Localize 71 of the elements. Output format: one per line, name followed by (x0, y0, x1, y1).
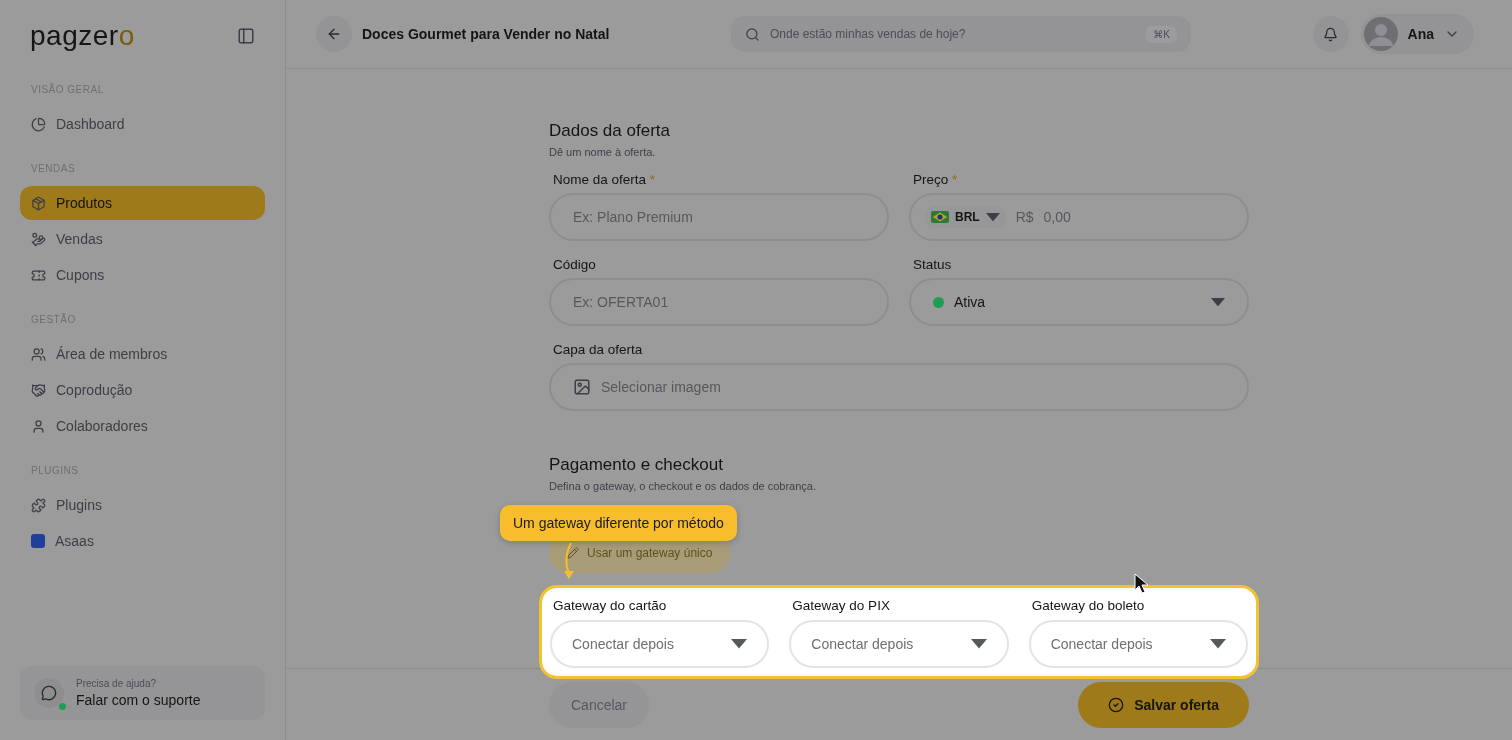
chat-icon (34, 678, 64, 708)
sidebar-toggle-icon[interactable] (237, 27, 255, 45)
support-label: Falar com o suporte (76, 692, 201, 708)
check-icon (1108, 696, 1125, 713)
save-button[interactable]: Salvar oferta (1078, 681, 1249, 728)
sidebar-item[interactable]: Plugins (20, 488, 265, 522)
flag-icon (931, 211, 949, 223)
puzzle-icon (31, 497, 46, 513)
section-heading: Dados da oferta (549, 121, 671, 141)
logo: pagzero (30, 20, 135, 52)
pointer-arrow (561, 542, 577, 580)
support-card[interactable]: Precisa de ajuda? Falar com o suporte (20, 666, 265, 720)
field-label: Código (552, 257, 597, 272)
status-select[interactable]: Ativa (909, 278, 1249, 326)
back-arrow-icon (326, 26, 342, 42)
shortcut-hint: ⌘K (1146, 25, 1177, 43)
back-button[interactable] (316, 16, 352, 52)
avatar-icon (1363, 17, 1398, 51)
sidebar-item[interactable]: Dashboard (20, 107, 265, 141)
caret-icon (1211, 297, 1225, 307)
section-heading: Pagamento e checkout (549, 455, 724, 475)
currency-select[interactable]: BRL (925, 206, 1006, 228)
image-icon (573, 378, 591, 396)
sidebar-item[interactable]: Asaas (20, 524, 265, 558)
chart-icon (31, 116, 46, 132)
ticket-icon (31, 267, 46, 283)
box-icon (31, 195, 46, 211)
sidebar-item[interactable]: Colaboradores (20, 409, 265, 443)
notification-button[interactable] (1312, 16, 1349, 52)
bell-icon (1323, 26, 1339, 42)
sidebar-item[interactable]: Vendas (20, 222, 265, 256)
caret-icon (731, 639, 748, 649)
caret-icon (970, 639, 987, 649)
price-field[interactable]: BRL R$ 0,00 (909, 193, 1249, 241)
field-label: Gateway do boleto (1030, 598, 1145, 613)
input-field[interactable]: Ex: Plano Premium (549, 193, 889, 241)
section-subtitle: Dê um nome à oferta. (549, 146, 657, 158)
currency-symbol: R$ (1015, 209, 1034, 225)
gateway-select[interactable]: Conectar depois (550, 620, 770, 668)
user-icon (31, 418, 46, 434)
handshake-icon (31, 382, 46, 398)
support-caption: Precisa de ajuda? (76, 678, 158, 689)
sidebar-item[interactable]: Cupons (20, 258, 265, 292)
field-label: Capa da oferta (552, 342, 644, 357)
caret-icon (985, 212, 1000, 222)
search-field[interactable]: Onde estão minhas vendas de hoje? ⌘K (730, 16, 1191, 52)
gateway-select[interactable]: Conectar depois (1028, 620, 1248, 668)
image-picker[interactable]: Selecionar imagem (549, 363, 1249, 411)
cancel-button[interactable]: Cancelar (549, 681, 650, 728)
sidebar-item[interactable]: Área de membros (20, 337, 265, 371)
tour-tooltip: Um gateway diferente por método (500, 505, 737, 541)
field-label: Gateway do cartão (552, 598, 667, 613)
app-logo-icon (31, 534, 45, 548)
users-icon (31, 346, 46, 362)
caret-icon (1210, 639, 1226, 649)
field-label: Nome da oferta * (552, 172, 657, 187)
user-menu[interactable]: Ana (1360, 14, 1474, 54)
section-subtitle: Defina o gateway, o checkout e os dados de cobrança. (549, 480, 818, 492)
required-mark: * (952, 172, 958, 187)
field-label: Preço * (912, 172, 959, 187)
pencil-icon (567, 547, 579, 559)
hand-coin-icon (31, 231, 46, 247)
gateway-select[interactable]: Conectar depois (789, 620, 1009, 668)
search-icon (744, 26, 760, 42)
field-label: Gateway do PIX (791, 598, 890, 613)
input-field[interactable]: Ex: OFERTA01 (549, 278, 889, 326)
sidebar-item[interactable]: Coprodução (20, 373, 265, 407)
page-title: Doces Gourmet para Vender no Natal (362, 26, 610, 42)
sidebar-item[interactable]: Produtos (20, 186, 265, 220)
required-mark: * (649, 172, 656, 187)
field-label: Status (912, 257, 953, 272)
